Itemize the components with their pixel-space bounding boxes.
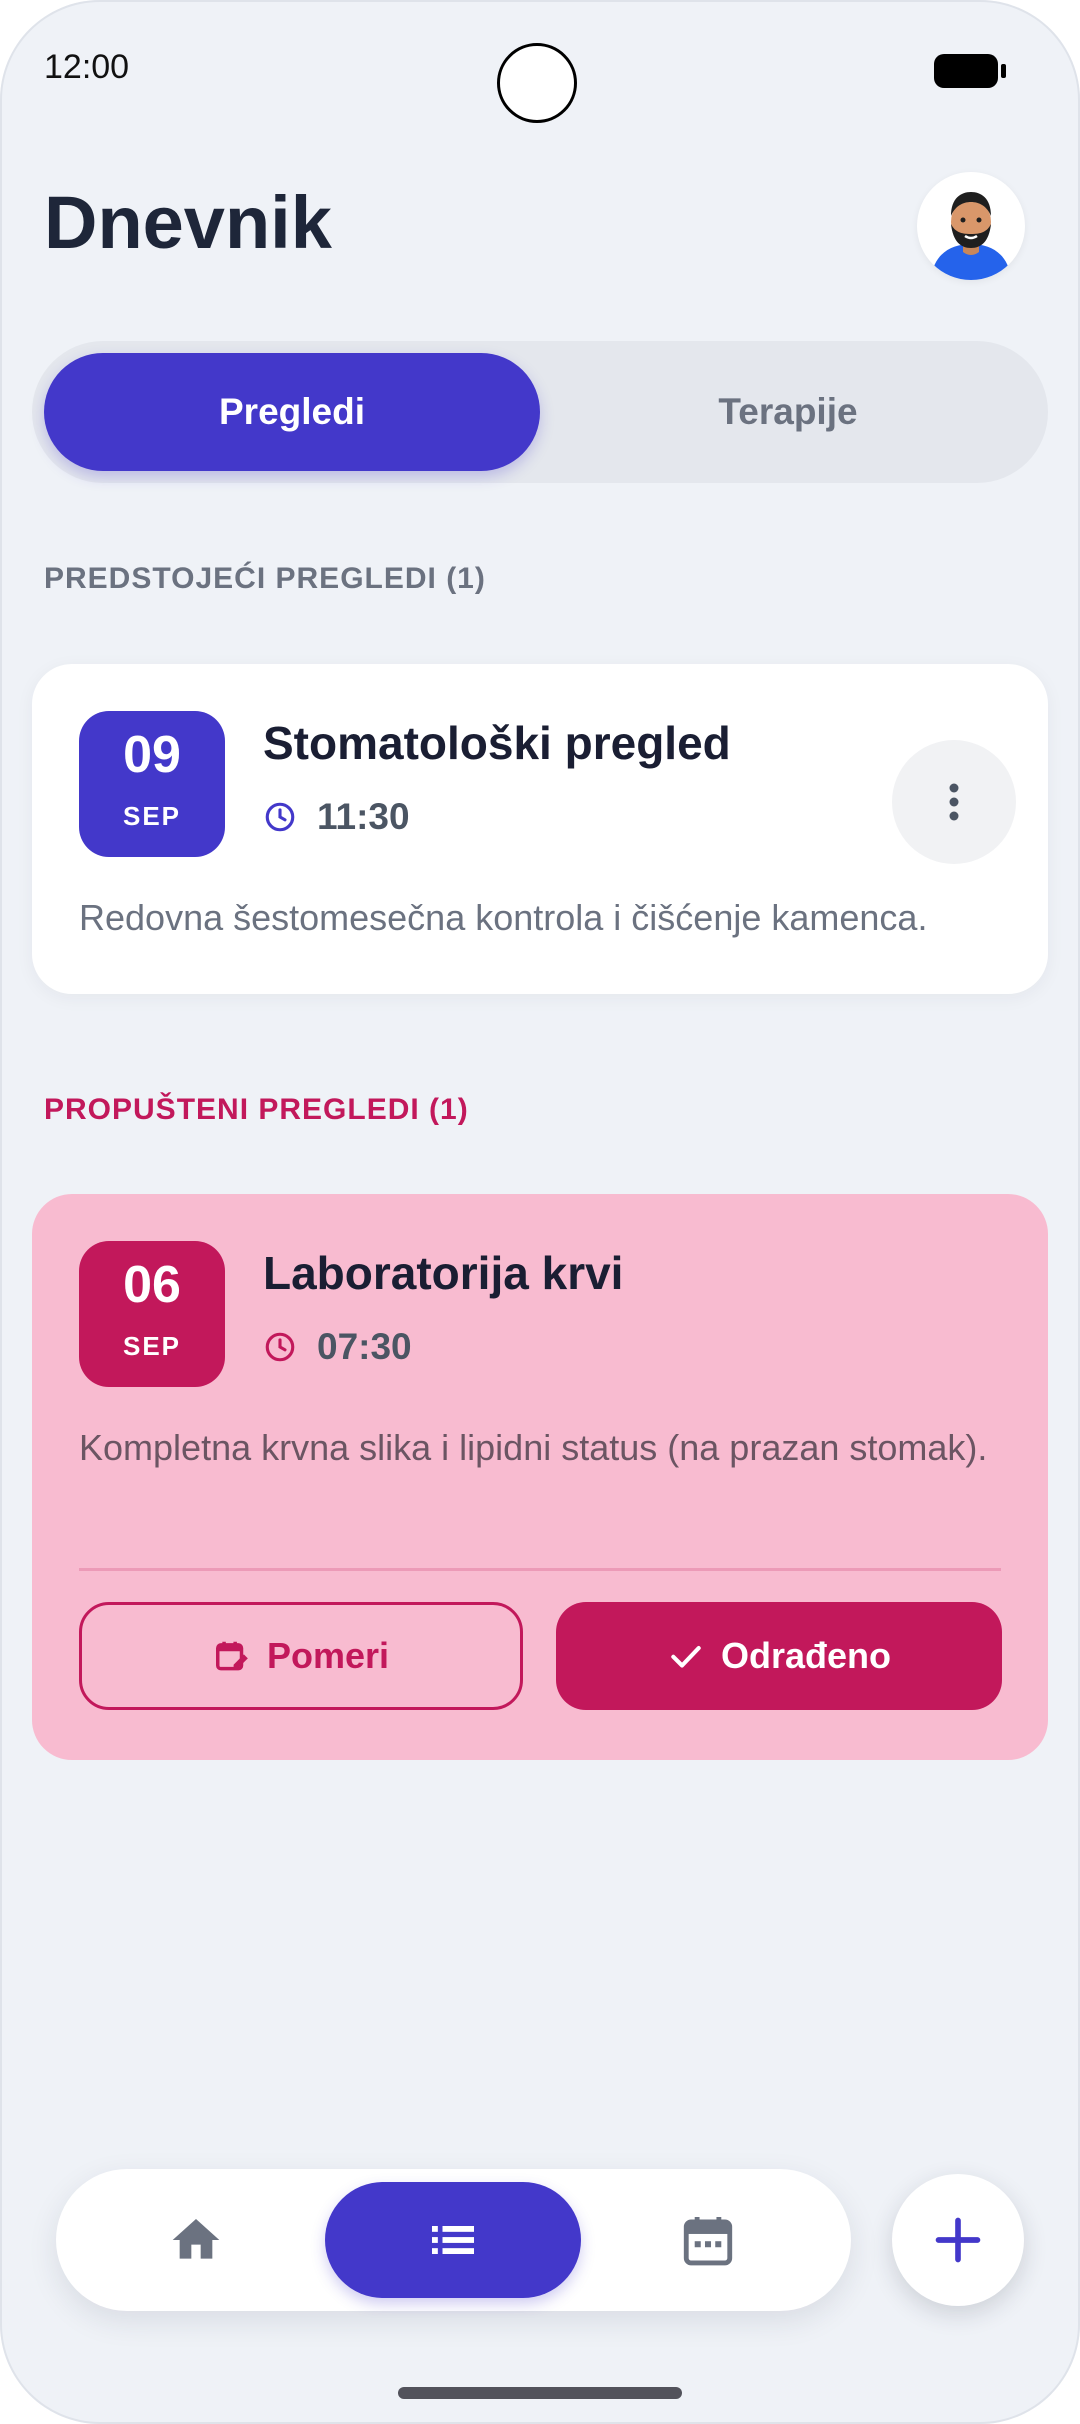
appointment-time: 11:30: [317, 796, 410, 837]
calendar-icon: [683, 2217, 733, 2266]
done-label: Odrađeno: [720, 1635, 891, 1676]
phone-screen: 12:00 Dnevnik Pregledi Terapije PREDSTOJ…: [0, 0, 1080, 2424]
tab-switcher: Pregledi Terapije: [32, 341, 1048, 483]
tab-pregledi[interactable]: Pregledi: [44, 353, 540, 471]
status-time: 12:00: [44, 48, 130, 86]
clock-icon: [265, 1332, 295, 1362]
date-day: 09: [123, 726, 181, 784]
nav-list[interactable]: [325, 2182, 581, 2298]
missed-appointment-card[interactable]: 06 SEP Laboratorija krvi 07:30 Kompletna…: [32, 1194, 1048, 1760]
avatar-icon: [931, 192, 1011, 280]
appointment-time-row: 07:30: [263, 1326, 412, 1368]
upcoming-appointment-card[interactable]: 09 SEP Stomatološki pregled 11:30 Redovn…: [32, 664, 1048, 994]
home-indicator: [398, 2387, 682, 2399]
appointment-time: 07:30: [317, 1326, 412, 1367]
appointment-time-row: 11:30: [263, 796, 410, 838]
date-day: 06: [123, 1256, 181, 1314]
date-month: SEP: [122, 801, 182, 831]
user-avatar[interactable]: [917, 172, 1025, 280]
date-badge: 06 SEP: [79, 1241, 225, 1387]
nav-calendar[interactable]: [648, 2169, 768, 2311]
reschedule-label: Pomeri: [266, 1635, 390, 1676]
page-title: Dnevnik: [44, 181, 332, 264]
check-icon: [671, 1646, 701, 1668]
battery-icon: [934, 54, 1006, 88]
list-icon: [432, 2226, 474, 2254]
add-appointment-button[interactable]: [892, 2174, 1024, 2306]
appointment-description: Redovna šestomesečna kontrola i čišćenje…: [79, 897, 928, 938]
bottom-navigation: [56, 2169, 851, 2311]
upcoming-section-label: PREDSTOJEĆI PREGLEDI (1): [44, 562, 486, 595]
card-divider: [79, 1568, 1001, 1571]
more-vert-icon: [949, 783, 959, 821]
reschedule-button[interactable]: Pomeri: [79, 1602, 523, 1710]
edit-calendar-icon: [215, 1641, 248, 1671]
appointment-title: Laboratorija krvi: [263, 1247, 624, 1299]
date-month: SEP: [122, 1331, 182, 1361]
tab-terapije[interactable]: Terapije: [540, 353, 1036, 471]
missed-section-label: PROPUŠTENI PREGLEDI (1): [44, 1093, 469, 1126]
home-icon: [172, 2219, 220, 2259]
nav-home[interactable]: [136, 2169, 256, 2311]
appointment-description: Kompletna krvna slika i lipidni status (…: [79, 1427, 988, 1468]
date-badge: 09 SEP: [79, 711, 225, 857]
plus-icon: [935, 2217, 981, 2263]
appointment-title: Stomatološki pregled: [263, 717, 731, 769]
clock-icon: [265, 802, 295, 832]
more-options-button[interactable]: [892, 740, 1016, 864]
front-camera: [497, 43, 577, 123]
mark-done-button[interactable]: Odrađeno: [556, 1602, 1002, 1710]
